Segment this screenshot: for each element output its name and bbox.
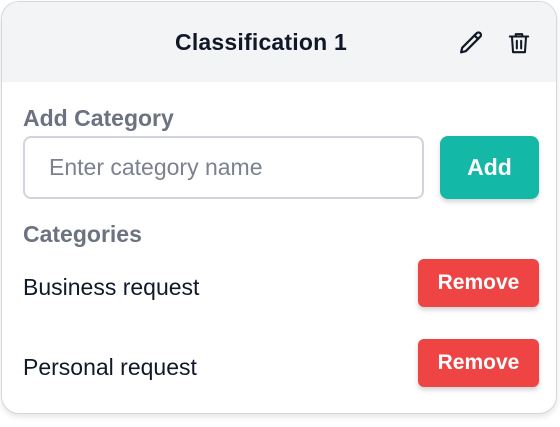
add-button[interactable]: Add xyxy=(440,136,539,199)
category-name-input[interactable] xyxy=(23,136,424,199)
edit-button[interactable] xyxy=(455,26,487,60)
categories-label: Categories xyxy=(23,221,142,247)
delete-button[interactable] xyxy=(503,26,535,60)
add-category-row: Add xyxy=(23,136,539,208)
trash-icon xyxy=(508,33,530,54)
remove-button[interactable]: Remove xyxy=(418,339,539,387)
category-name: Business request xyxy=(23,274,200,300)
list-item: Personal request Remove xyxy=(23,339,539,413)
category-name: Personal request xyxy=(23,354,197,380)
category-list: Business request Remove Personal request… xyxy=(23,259,539,413)
add-category-label: Add Category xyxy=(23,105,174,131)
card-header: Classification 1 xyxy=(2,2,556,82)
remove-button[interactable]: Remove xyxy=(418,259,539,307)
card-body: Add Category Add Categories Business req… xyxy=(2,82,556,413)
pencil-icon xyxy=(459,31,482,54)
classification-card: Classification 1 Add Category Add Catego… xyxy=(1,1,557,414)
list-item: Business request Remove xyxy=(23,259,539,339)
